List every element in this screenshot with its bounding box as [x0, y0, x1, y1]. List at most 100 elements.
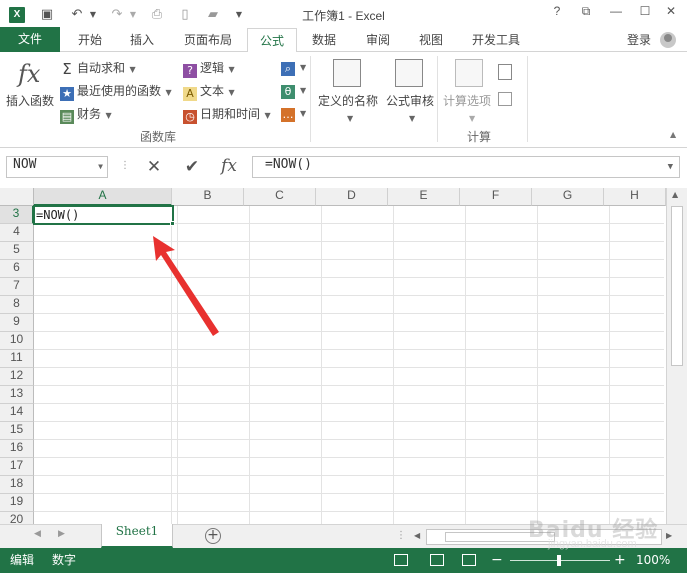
- formula-auditing-icon[interactable]: [395, 59, 423, 87]
- insert-function-button[interactable]: 插入函数: [6, 92, 54, 109]
- financial-button[interactable]: ▤ 财务 ▼: [60, 105, 112, 124]
- prev-sheet-icon[interactable]: ◀: [34, 529, 41, 539]
- zoom-out-icon[interactable]: −: [491, 552, 503, 568]
- cancel-icon[interactable]: ✕: [142, 156, 166, 178]
- text-icon: A: [183, 87, 197, 101]
- close-button[interactable]: ✕: [660, 4, 682, 24]
- scroll-left-icon[interactable]: ◀: [414, 531, 420, 540]
- chevron-down-icon: ▼: [226, 88, 235, 97]
- formula-auditing-button[interactable]: 公式审核: [386, 92, 434, 109]
- group-divider: [527, 56, 528, 142]
- plus-icon[interactable]: +: [205, 528, 221, 544]
- next-sheet-icon[interactable]: ▶: [58, 529, 65, 539]
- text-label: 文本: [200, 84, 225, 98]
- arrow-shape: [153, 236, 219, 336]
- formula-input[interactable]: =NOW() ▼: [252, 156, 680, 178]
- collapse-ribbon-icon[interactable]: ▲: [670, 130, 676, 139]
- avatar[interactable]: [660, 32, 676, 48]
- financial-label: 财务: [77, 107, 102, 121]
- more-functions-button[interactable]: … ▼: [281, 105, 306, 122]
- date-time-label: 日期和时间: [200, 107, 261, 121]
- insert-function-icon[interactable]: fx: [216, 156, 242, 178]
- defined-names-button[interactable]: 定义的名称: [318, 92, 378, 109]
- expand-formula-bar-icon[interactable]: ▼: [668, 157, 673, 177]
- ribbon-formulas: fx 插入函数 Σ 自动求和 ▼ ★ 最近使用的函数 ▼ ▤ 财务 ▼ ? 逻辑 ▼ A…: [0, 52, 687, 148]
- autosum-button[interactable]: Σ 自动求和 ▼: [60, 59, 136, 77]
- chevron-down-icon: ▼: [300, 109, 307, 118]
- book-icon: ▤: [60, 110, 74, 124]
- logical-button[interactable]: ? 逻辑 ▼: [183, 59, 235, 78]
- logical-label: 逻辑: [200, 61, 225, 75]
- page-break-view-icon[interactable]: [462, 554, 476, 566]
- calculation-options-button[interactable]: 计算选项: [443, 92, 491, 109]
- tab-split-grip-icon[interactable]: ⋮: [396, 530, 406, 541]
- chevron-down-icon: ▼: [262, 111, 271, 120]
- name-box-value: NOW: [13, 157, 37, 172]
- normal-view-icon[interactable]: [394, 554, 408, 566]
- calculator-icon[interactable]: [455, 59, 483, 87]
- chevron-down-icon[interactable]: ▼: [345, 110, 353, 124]
- text-button[interactable]: A 文本 ▼: [183, 82, 235, 101]
- chevron-down-icon: ▼: [163, 88, 172, 97]
- group-divider: [310, 56, 311, 142]
- worksheet-grid[interactable]: A B C D E F G H 3 4 5 6 7 8 9 10 11 12 1…: [0, 188, 687, 524]
- help-button[interactable]: ?: [546, 4, 568, 24]
- name-manager-icon[interactable]: [333, 59, 361, 87]
- calculate-now-icon[interactable]: [498, 64, 512, 80]
- star-icon: ★: [60, 87, 74, 101]
- formula-bar-grip-icon[interactable]: ⋮: [120, 160, 130, 171]
- tab-developer[interactable]: 开发工具: [466, 28, 526, 52]
- recent-functions-button[interactable]: ★ 最近使用的函数 ▼: [60, 82, 172, 101]
- math-trig-button[interactable]: θ ▼: [281, 82, 306, 99]
- minimize-button[interactable]: —: [605, 4, 627, 24]
- chevron-down-icon[interactable]: ▼: [407, 110, 415, 124]
- tab-insert[interactable]: 插入: [124, 28, 160, 52]
- more-functions-icon: …: [281, 108, 295, 122]
- group-label-calculation: 计算: [467, 130, 492, 144]
- tab-file[interactable]: 文件: [0, 27, 60, 52]
- annotation-arrow: [153, 236, 219, 336]
- scroll-right-icon[interactable]: ▶: [666, 531, 672, 540]
- tab-review[interactable]: 审阅: [360, 28, 396, 52]
- autosum-label: 自动求和: [77, 61, 126, 75]
- login-link[interactable]: 登录: [627, 28, 651, 52]
- title-bar: X ▣ ↶ ▼ ↷ ▼ ⎙ ▯ ▰ ▼ 工作簿1 - Excel ? ⧉ — ☐…: [0, 0, 687, 30]
- lookup-reference-button[interactable]: ⌕ ▼: [281, 59, 306, 76]
- insert-function-icon[interactable]: fx: [18, 60, 40, 88]
- vertical-scrollbar[interactable]: ▲: [666, 188, 687, 524]
- tab-page-layout[interactable]: 页面布局: [178, 28, 238, 52]
- clock-icon: ◷: [183, 110, 197, 124]
- name-box[interactable]: NOW ▼: [6, 156, 108, 178]
- status-bar: 编辑 数字 − + 100%: [0, 548, 687, 573]
- math-icon: θ: [281, 85, 295, 99]
- tab-view[interactable]: 视图: [413, 28, 449, 52]
- scroll-up-icon[interactable]: ▲: [672, 190, 678, 199]
- zoom-level[interactable]: 100%: [636, 548, 670, 573]
- chevron-down-icon[interactable]: ▼: [467, 110, 475, 124]
- question-book-icon: ?: [183, 64, 197, 78]
- chevron-down-icon: ▼: [300, 86, 307, 95]
- date-time-button[interactable]: ◷ 日期和时间 ▼: [183, 105, 271, 124]
- page-layout-view-icon[interactable]: [430, 554, 444, 566]
- chevron-down-icon[interactable]: ▼: [98, 157, 103, 177]
- status-mode: 编辑: [10, 553, 35, 567]
- calculate-sheet-icon[interactable]: [498, 92, 512, 106]
- zoom-slider-thumb[interactable]: [557, 555, 561, 566]
- enter-icon[interactable]: ✔: [180, 156, 204, 178]
- ribbon-display-options-icon[interactable]: ⧉: [575, 4, 597, 24]
- status-numlock: 数字: [52, 553, 77, 567]
- tab-home[interactable]: 开始: [72, 28, 108, 52]
- chevron-down-icon: ▼: [103, 111, 112, 120]
- watermark-url: jingyan.baidu.com: [548, 538, 637, 550]
- sheet-tab-sheet1[interactable]: Sheet1: [101, 524, 173, 548]
- ribbon-tab-bar: 文件 开始 插入 页面布局 公式 数据 审阅 视图 开发工具 登录: [0, 27, 687, 53]
- zoom-in-icon[interactable]: +: [614, 552, 626, 568]
- formula-text: =NOW(): [265, 157, 312, 172]
- formula-bar: NOW ▼ ⋮ ✕ ✔ fx =NOW() ▼: [0, 150, 687, 186]
- tab-data[interactable]: 数据: [306, 28, 342, 52]
- chevron-down-icon: ▼: [127, 65, 136, 74]
- tab-formulas[interactable]: 公式: [247, 28, 297, 53]
- vertical-scroll-thumb[interactable]: [671, 206, 683, 366]
- group-label-function-library: 函数库: [140, 130, 177, 144]
- maximize-button[interactable]: ☐: [634, 4, 656, 24]
